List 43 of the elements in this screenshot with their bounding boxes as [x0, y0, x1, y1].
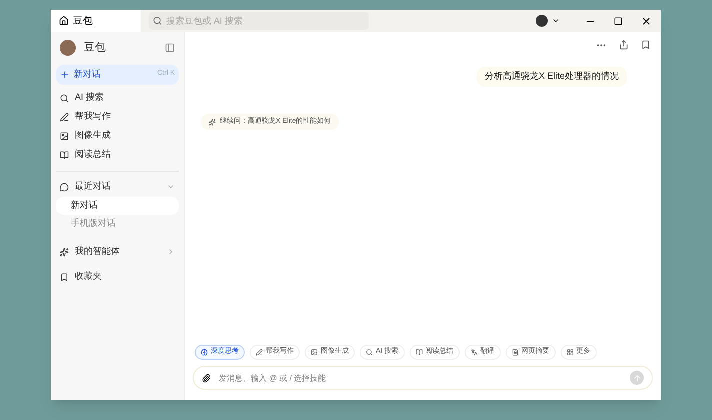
- avatar-icon[interactable]: [536, 15, 548, 27]
- message-box[interactable]: 发消息、输入 @ 或 / 选择技能: [193, 366, 653, 390]
- sidebar-item[interactable]: AI 搜索: [56, 88, 179, 108]
- sidebar-item[interactable]: 收藏夹: [56, 268, 179, 286]
- sidebar-item[interactable]: 图像生成: [56, 126, 179, 146]
- skill-icon: [256, 349, 263, 356]
- home-icon: [59, 16, 69, 26]
- arrow-up-icon: [632, 374, 642, 382]
- caret-icon: [167, 248, 175, 256]
- chat-icon: [60, 182, 69, 192]
- skill-icon: [366, 349, 373, 356]
- book-icon: [60, 150, 69, 160]
- sidebar-item[interactable]: 阅读总结: [56, 146, 179, 164]
- skill-icon: [311, 349, 318, 356]
- recent-chats-header[interactable]: 最近对话: [56, 178, 179, 196]
- home-tab[interactable]: 豆包: [51, 10, 141, 32]
- search-icon: [153, 16, 162, 26]
- skill-icon: [566, 349, 574, 356]
- sidebar-item[interactable]: 我的智能体: [56, 242, 179, 262]
- message-bubble: 分析高通骁龙X Elite处理器的情况: [476, 67, 627, 86]
- plus-icon: [60, 70, 70, 80]
- skill-icon: [201, 349, 208, 356]
- skill-icon: [416, 349, 423, 356]
- app-name: 豆包: [84, 41, 107, 56]
- caret-icon[interactable]: [552, 17, 560, 25]
- bookmark-icon[interactable]: [641, 40, 651, 50]
- pen-icon: [60, 112, 69, 122]
- image-icon: [60, 132, 69, 140]
- chat-item[interactable]: 新对话: [56, 196, 179, 214]
- sparkle-icon: [209, 118, 216, 126]
- message-input[interactable]: 发消息、输入 @ 或 / 选择技能: [219, 367, 622, 389]
- sidebar-toggle-icon[interactable]: [165, 43, 175, 54]
- sidebar-item[interactable]: 帮我写作: [56, 108, 179, 126]
- search-icon: [60, 94, 69, 102]
- skill-icon: [470, 349, 478, 356]
- attachment-icon[interactable]: [202, 374, 211, 382]
- share-icon[interactable]: [619, 40, 629, 50]
- sparkle-icon: [60, 248, 69, 256]
- avatar-icon: [60, 40, 76, 56]
- skill-icon: [512, 349, 519, 356]
- maximize-icon[interactable]: [614, 16, 623, 26]
- close-icon[interactable]: [641, 16, 652, 26]
- bookmark-icon: [60, 272, 69, 282]
